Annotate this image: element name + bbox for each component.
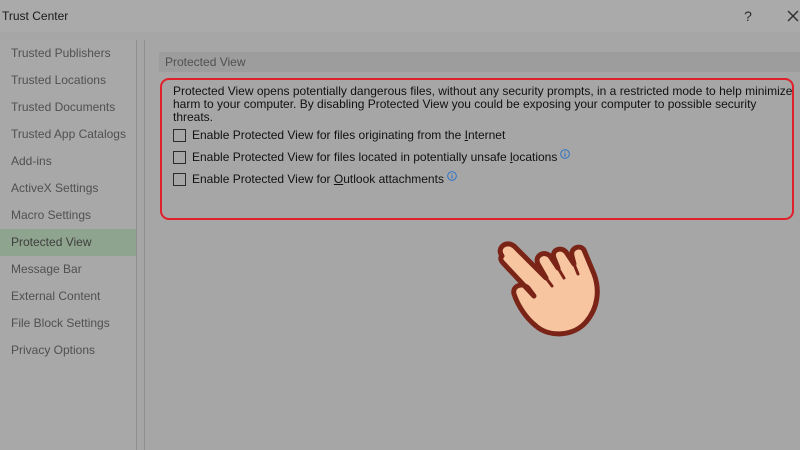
option-unsafe-locations-label[interactable]: Enable Protected View for files located … [192, 150, 557, 164]
sidebar-item-file-block-settings[interactable]: File Block Settings [0, 310, 136, 337]
sidebar-item-external-content[interactable]: External Content [0, 283, 136, 310]
protected-view-settings: Protected View opens potentially dangero… [173, 85, 800, 190]
info-icon[interactable] [560, 149, 571, 159]
pointing-hand-icon [497, 241, 600, 337]
sidebar-item-add-ins[interactable]: Add-ins [0, 148, 136, 175]
window-title: Trust Center [2, 9, 69, 23]
sidebar-nav: Trusted Publishers Trusted Locations Tru… [0, 40, 137, 450]
sidebar-item-privacy-options[interactable]: Privacy Options [0, 337, 136, 364]
checkbox-outlook-attachments[interactable] [173, 172, 186, 186]
sidebar-item-activex-settings[interactable]: ActiveX Settings [0, 175, 136, 202]
title-bar: Trust Center ? [0, 0, 800, 32]
checkbox-internet-files[interactable] [173, 128, 186, 142]
close-button[interactable] [782, 5, 800, 27]
help-button[interactable]: ? [737, 5, 759, 27]
checkbox-unsafe-locations[interactable] [173, 150, 186, 164]
description-text: Protected View opens potentially dangero… [173, 84, 793, 124]
option-internet-files-label[interactable]: Enable Protected View for files originat… [192, 128, 505, 142]
close-icon [787, 10, 799, 22]
info-icon[interactable] [447, 171, 457, 181]
sidebar-item-message-bar[interactable]: Message Bar [0, 256, 136, 283]
option-outlook-attachments[interactable]: Enable Protected View for Outlook attach… [173, 168, 800, 190]
sidebar-item-trusted-app-catalogs[interactable]: Trusted App Catalogs [0, 121, 136, 148]
sidebar-item-trusted-publishers[interactable]: Trusted Publishers [0, 40, 136, 67]
option-internet-files[interactable]: Enable Protected View for files originat… [173, 124, 800, 146]
main-panel: Protected View Protected View opens pote… [144, 40, 800, 450]
option-outlook-attachments-label[interactable]: Enable Protected View for Outlook attach… [192, 172, 444, 186]
sidebar-item-protected-view[interactable]: Protected View [0, 229, 136, 256]
section-title: Protected View [159, 52, 800, 72]
sidebar-item-macro-settings[interactable]: Macro Settings [0, 202, 136, 229]
option-unsafe-locations[interactable]: Enable Protected View for files located … [173, 146, 800, 168]
sidebar-item-trusted-documents[interactable]: Trusted Documents [0, 94, 136, 121]
sidebar-item-trusted-locations[interactable]: Trusted Locations [0, 67, 136, 94]
